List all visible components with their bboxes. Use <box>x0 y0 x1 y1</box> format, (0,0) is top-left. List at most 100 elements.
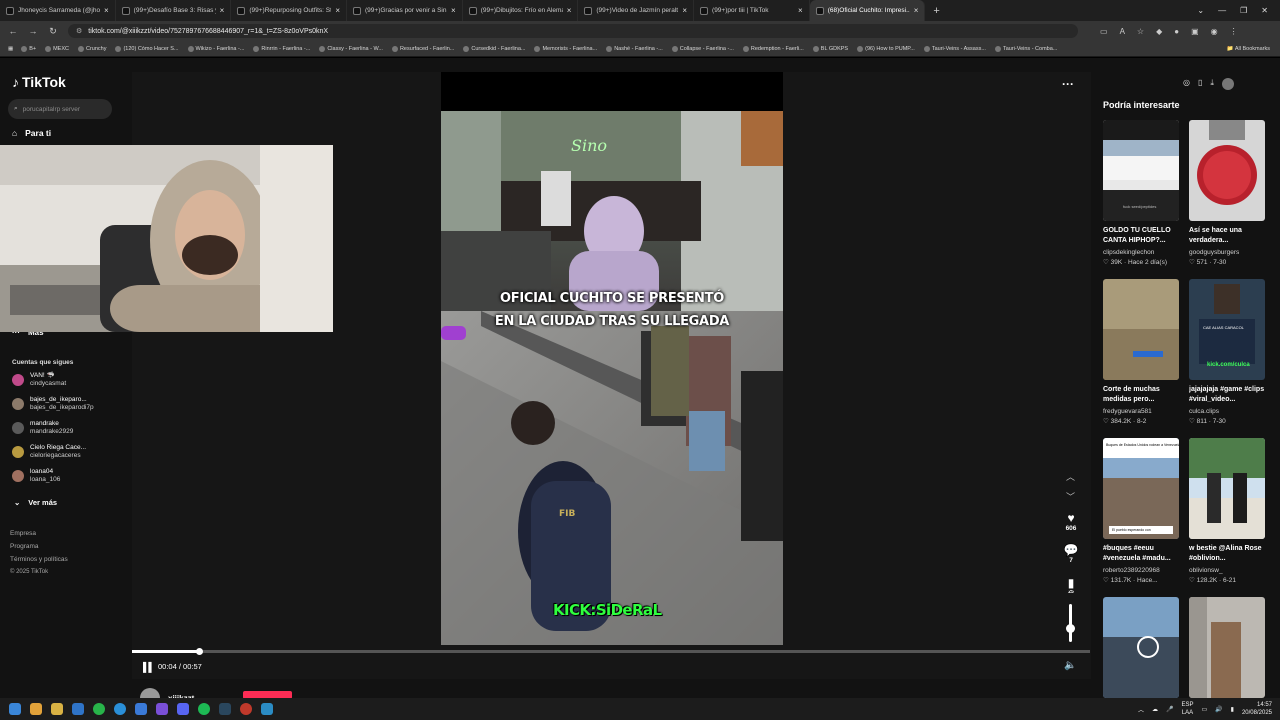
card-title[interactable]: GOLDO TU CUELLO CANTA HIPHOP?... <box>1103 226 1179 246</box>
card-thumbnail[interactable] <box>1189 438 1265 539</box>
bookmark-item[interactable]: Nashé - Faerlina -... <box>606 45 663 52</box>
new-tab-button[interactable]: + <box>925 5 947 17</box>
card-title[interactable]: #buques #eeuu #venezuela #madu... <box>1103 544 1179 564</box>
close-tab-icon[interactable]: × <box>567 6 572 15</box>
more-options-icon[interactable]: ··· <box>1062 77 1074 91</box>
apps-icon[interactable]: ▦ <box>8 46 13 52</box>
bookmark-item[interactable]: Memorists - Faerlina... <box>534 45 597 52</box>
whatsapp-icon[interactable] <box>93 703 105 715</box>
recommendation-card[interactable]: w bestie @Alina Rose #oblivion... oblivio… <box>1189 438 1265 584</box>
close-tab-icon[interactable]: × <box>798 6 803 15</box>
recommendation-card[interactable]: CAE ALIAS CARACOL kick.com/culca jajajajaj… <box>1189 279 1265 425</box>
compass-icon[interactable]: ◎ <box>1183 78 1190 90</box>
profile-avatar[interactable] <box>1221 78 1234 90</box>
footer-terms[interactable]: Términos y políticas <box>10 556 68 563</box>
recommendation-card[interactable] <box>1103 597 1179 698</box>
like-button[interactable]: ♥ 606 <box>1060 511 1082 532</box>
following-item[interactable]: loana04 loana_106 <box>12 468 60 484</box>
bookmark-item[interactable]: BL GDKPS <box>812 45 848 52</box>
close-window-button[interactable]: ✕ <box>1261 6 1268 15</box>
browser-tab[interactable]: (99+)Video de Jazmín peralta (...× <box>578 0 695 21</box>
tray-chevron-icon[interactable]: ︿ <box>1138 705 1144 714</box>
close-tab-icon[interactable]: × <box>335 6 340 15</box>
see-more-button[interactable]: ⌄ Ver más <box>14 498 57 507</box>
app-icon-3[interactable] <box>261 703 273 715</box>
recommendation-card[interactable]: fuck seed/peptides GOLDO TU CUELLO CANTA … <box>1103 120 1179 266</box>
language-indicator[interactable]: ESP LAA <box>1181 701 1193 717</box>
star-icon[interactable]: ☆ <box>1137 27 1144 36</box>
forward-icon[interactable]: → <box>28 26 38 36</box>
browser-tab[interactable]: (99+)Gracias por venir a SinSal... × <box>347 0 463 21</box>
recommendation-card[interactable]: Así se hace una verdadera... goodguysburg… <box>1189 120 1265 266</box>
volume-slider[interactable] <box>1069 604 1072 642</box>
extensions-icon[interactable]: ▣ <box>1191 27 1199 36</box>
card-title[interactable]: Corte de muchas medidas pero... <box>1103 385 1179 405</box>
search-input[interactable]: ⌕ porucapitalrp server <box>8 99 112 119</box>
network-icon[interactable]: ▭ <box>1202 706 1208 713</box>
extension-icon-2[interactable]: ● <box>1174 27 1179 36</box>
browser-tab[interactable]: (68)Oficial Cuchito: Impresi... × <box>809 0 926 21</box>
card-author[interactable]: oblivionsw_ <box>1189 567 1265 574</box>
outlook-icon[interactable] <box>72 703 84 715</box>
following-item[interactable]: Cielo Riega Cace... cieloriegacaceres <box>12 444 86 460</box>
card-author[interactable]: goodguysburgers <box>1189 249 1265 256</box>
close-tab-icon[interactable]: × <box>451 6 456 15</box>
following-item[interactable]: VAN! 🦈 cindycasmat <box>12 372 66 388</box>
footer-company[interactable]: Empresa <box>10 530 36 537</box>
card-thumbnail[interactable] <box>1103 279 1179 380</box>
translate-icon[interactable]: A <box>1120 27 1125 36</box>
phone-icon[interactable]: ▯ <box>1198 78 1202 90</box>
bookmark-item[interactable]: Resurfaced - Faerlin... <box>391 45 454 52</box>
recommendation-card[interactable]: Corte de muchas medidas pero... fredyguev… <box>1103 279 1179 425</box>
card-title[interactable]: Así se hace una verdadera... <box>1189 226 1265 246</box>
following-item[interactable]: mandrake mandrake2929 <box>12 420 73 436</box>
close-tab-icon[interactable]: × <box>682 6 687 15</box>
bookmark-item[interactable]: Tauri-Veins - Assass... <box>923 45 986 52</box>
comment-button[interactable]: 💬 7 <box>1060 543 1082 564</box>
onedrive-icon[interactable]: ☁ <box>1152 706 1158 713</box>
back-icon[interactable]: ← <box>8 26 18 36</box>
card-thumbnail[interactable]: Buques de Estados Unidos rodean a Venezu… <box>1103 438 1179 539</box>
card-author[interactable]: clipsdekinglechon <box>1103 249 1179 256</box>
steam-icon[interactable] <box>219 703 231 715</box>
bookmark-item[interactable]: B+ <box>21 45 36 52</box>
card-title[interactable]: w bestie @Alina Rose #oblivion... <box>1189 544 1265 564</box>
browser-tab[interactable]: (99+)por tiii | TikTok × <box>694 0 810 21</box>
browser-tab[interactable]: (99+)Dibujitos: Frío en Alemán... × <box>463 0 579 21</box>
bookmark-item[interactable]: Classy - Faerlina - W... <box>319 45 383 52</box>
volume-icon[interactable]: 🔈 <box>1064 660 1076 671</box>
bookmark-item[interactable]: Wikizo - Faerlina -... <box>187 45 244 52</box>
bookmark-item[interactable]: (96) How to PUMP... <box>857 45 915 52</box>
address-bar[interactable]: ⚙ tiktok.com/@xiiikzzt/video/75278976766… <box>68 24 1078 38</box>
card-title[interactable]: jajajajaja #game #clips #viral_video... <box>1189 385 1265 405</box>
bookmark-item[interactable]: Cursedkid - Faerlina... <box>463 45 525 52</box>
progress-knob[interactable] <box>196 648 204 655</box>
chrome-icon[interactable] <box>30 703 42 715</box>
recommendation-card[interactable] <box>1189 597 1265 698</box>
bookmark-item[interactable]: Tauri-Veins - Comba... <box>994 45 1057 52</box>
save-button[interactable]: ▮ 25 <box>1060 576 1082 595</box>
app-icon-2[interactable] <box>240 703 252 715</box>
all-bookmarks-button[interactable]: 📁 All Bookmarks <box>1227 46 1270 52</box>
browser-tab[interactable]: (99+)Repurposing Outfits: Style...× <box>231 0 348 21</box>
bookmark-item[interactable]: Rinrrin - Faerlina -... <box>253 45 310 52</box>
pause-icon[interactable]: ▌▌ <box>143 662 155 672</box>
maximize-button[interactable]: ❐ <box>1240 6 1247 15</box>
mic-icon[interactable]: 🎤 <box>1166 706 1173 713</box>
cast-icon[interactable]: ▭ <box>1100 27 1108 36</box>
card-thumbnail[interactable]: CAE ALIAS CARACOL kick.com/culca <box>1189 279 1265 380</box>
site-info-icon[interactable]: ⚙ <box>76 27 82 35</box>
download-icon[interactable]: ⤓ <box>1210 78 1214 90</box>
footer-program[interactable]: Programa <box>10 543 39 550</box>
video-progress-bar[interactable] <box>132 648 1090 655</box>
browser-tab[interactable]: (99+)Desafío Base 3: Risas y Re... × <box>116 0 232 21</box>
card-author[interactable]: fredyguevara581 <box>1103 408 1179 415</box>
close-tab-icon[interactable]: × <box>220 6 225 15</box>
bookmark-item[interactable]: (120) Cómo Hacer S... <box>115 45 179 52</box>
chevron-up-icon[interactable]: ︿ <box>1066 470 1075 483</box>
recommendation-card[interactable]: Buques de Estados Unidos rodean a Venezu… <box>1103 438 1179 584</box>
discord-icon[interactable] <box>177 703 189 715</box>
minimize-button[interactable]: — <box>1218 6 1226 15</box>
close-tab-icon[interactable]: × <box>104 6 109 15</box>
bookmark-item[interactable]: MEXC <box>45 45 69 52</box>
